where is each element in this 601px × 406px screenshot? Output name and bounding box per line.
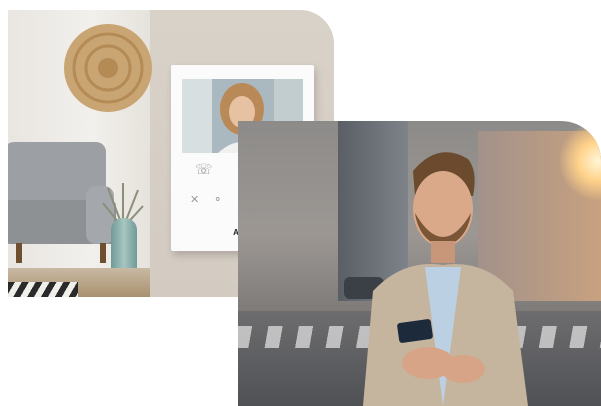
man-with-smartphone-photo	[238, 121, 601, 406]
striped-rug	[8, 282, 78, 297]
woven-wall-decor	[64, 24, 152, 112]
sofa-leg	[100, 243, 106, 263]
man-figure	[363, 152, 528, 406]
key-icon[interactable]: ⚬	[213, 193, 222, 206]
phone-icon[interactable]: ☏	[195, 161, 213, 178]
mute-icon[interactable]: ✕	[190, 193, 199, 206]
sofa-leg	[16, 243, 22, 263]
